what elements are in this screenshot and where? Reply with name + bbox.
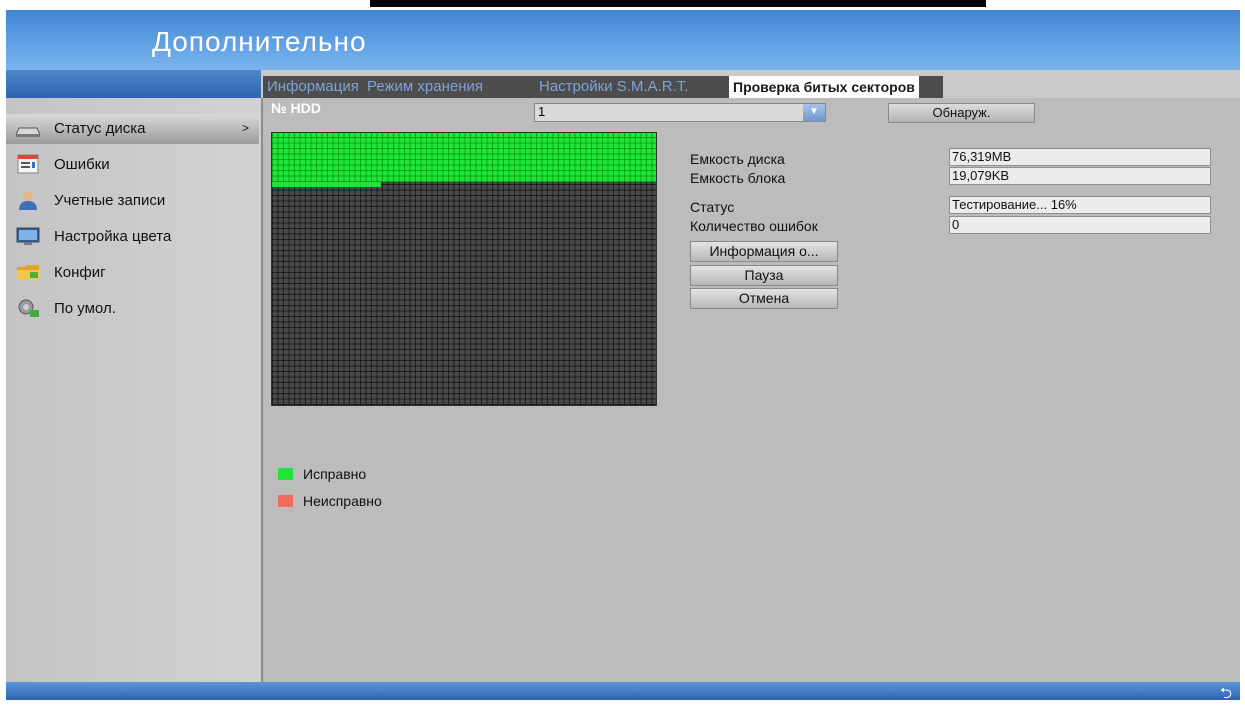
legend-bad-label: Неисправно [303, 493, 382, 509]
reset-icon [18, 299, 39, 317]
hdd-icon [16, 127, 40, 137]
folder-icon [17, 265, 39, 280]
block-capacity-field: 19,079KB [949, 167, 1211, 185]
hdd-select-value: 1 [538, 104, 546, 119]
top-black-bar [370, 0, 986, 7]
tab-bad-sector-check[interactable]: Проверка битых секторов [729, 76, 919, 98]
sidebar-item-disk-status[interactable]: Статус диска > [6, 114, 259, 144]
chevron-right-icon: > [241, 121, 249, 135]
sidebar-item-accounts[interactable]: Учетные записи [6, 186, 259, 216]
sidebar-item-label: Статус диска [54, 120, 146, 137]
status-field: Тестирование... 16% [949, 196, 1211, 214]
sector-grid-checked-region [272, 133, 656, 182]
tab-smart-settings[interactable]: Настройки S.M.A.R.T. [539, 78, 688, 95]
tab-information[interactable]: Информация [267, 78, 359, 95]
hdd-select[interactable]: 1 ▼ [534, 103, 826, 122]
sidebar: Статус диска > Ошибки Учетные записи Нас… [6, 98, 263, 682]
sidebar-item-config[interactable]: Конфиг [6, 258, 259, 288]
error-count-field: 0 [949, 216, 1211, 234]
legend-good-swatch [278, 468, 293, 480]
sidebar-item-defaults[interactable]: По умол. [6, 294, 259, 324]
sidebar-item-label: Настройка цвета [54, 228, 172, 245]
info-button[interactable]: Информация о... [690, 241, 838, 262]
dropdown-button[interactable]: ▼ [803, 104, 825, 121]
sector-grid-checked-partial-row [272, 182, 381, 187]
sector-grid [271, 132, 657, 406]
hdd-number-label: № HDD [271, 100, 321, 116]
main-content: № HDD 1 ▼ Обнаруж. Емкость диска 76,319M… [263, 98, 1240, 682]
error-list-icon [17, 154, 39, 174]
sidebar-header [6, 70, 261, 98]
dvr-screen: Дополнительно Информация Режим хранения … [6, 10, 1240, 700]
disk-capacity-field: 76,319MB [949, 148, 1211, 166]
sidebar-item-label: Конфиг [54, 264, 106, 281]
user-icon [19, 191, 37, 210]
legend-bad-swatch [278, 495, 293, 507]
chevron-down-icon: ▼ [809, 106, 819, 117]
monitor-icon [16, 227, 40, 245]
return-arrow-icon[interactable]: ⮌ [1220, 683, 1232, 700]
header-bar: Дополнительно [6, 10, 1240, 70]
footer-bar: ⮌ [6, 682, 1240, 700]
sidebar-item-label: Учетные записи [54, 192, 166, 209]
block-capacity-label: Емкость блока [690, 170, 786, 186]
sidebar-item-label: Ошибки [54, 156, 110, 173]
detect-button[interactable]: Обнаруж. [888, 103, 1035, 123]
tab-storage-mode[interactable]: Режим хранения [367, 78, 483, 95]
sidebar-item-errors[interactable]: Ошибки [6, 150, 259, 180]
sidebar-item-label: По умол. [54, 300, 116, 317]
cancel-button[interactable]: Отмена [690, 288, 838, 309]
status-label: Статус [690, 199, 735, 215]
tab-strip: Информация Режим хранения Настройки S.M.… [263, 76, 943, 98]
sidebar-item-color-settings[interactable]: Настройка цвета [6, 222, 259, 252]
page-title: Дополнительно [152, 26, 367, 57]
pause-button[interactable]: Пауза [690, 265, 838, 286]
error-count-label: Количество ошибок [690, 218, 818, 234]
legend-good-label: Исправно [303, 466, 367, 482]
disk-capacity-label: Емкость диска [690, 151, 785, 167]
hdd-row: № HDD 1 ▼ Обнаруж. [263, 98, 1240, 123]
